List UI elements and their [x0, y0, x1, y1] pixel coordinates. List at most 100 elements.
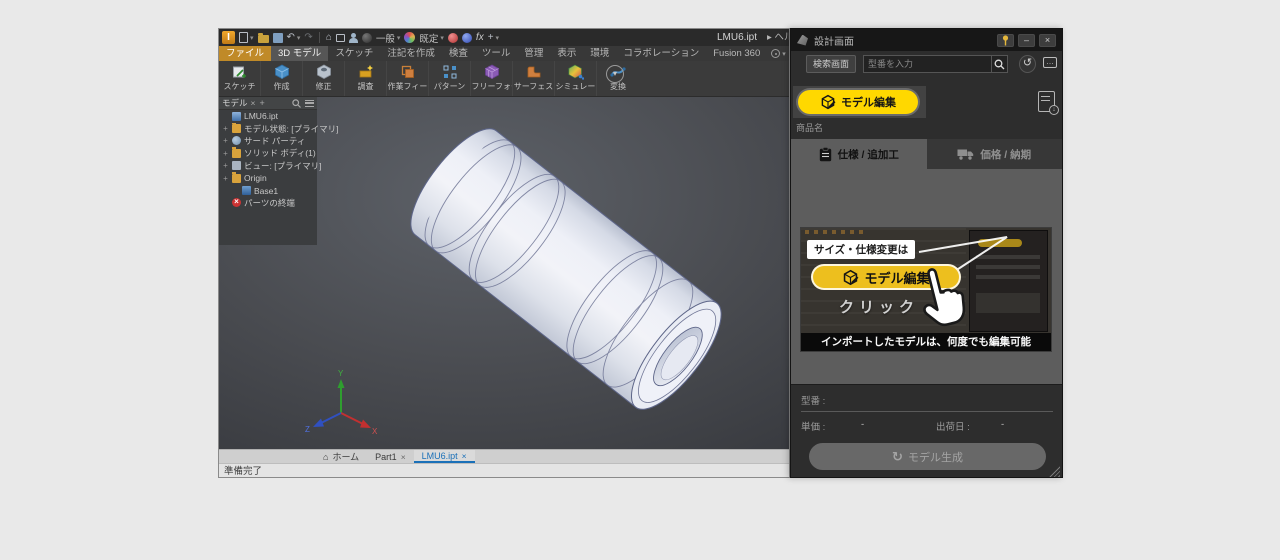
ribbon-button-create[interactable]: 作成 — [261, 61, 303, 96]
model-edit-button[interactable]: モデル編集 — [798, 90, 918, 114]
surface-icon — [526, 63, 542, 81]
minimize-button[interactable]: – — [1018, 34, 1035, 47]
tab-collaborate[interactable]: コラボレーション — [616, 46, 706, 61]
tab-tools[interactable]: ツール — [475, 46, 518, 61]
panel-title: 設計画面 — [814, 33, 854, 48]
material-dropdown-icon[interactable]: ▾ — [397, 34, 401, 42]
inventor-logo-icon[interactable]: I — [222, 31, 235, 44]
promo-caption: インポートしたモデルは、何度でも編集可能 — [801, 333, 1051, 351]
ribbon-display-toggle[interactable]: ▾ — [771, 46, 786, 61]
ribbon-button-inspect[interactable]: 調査 — [345, 61, 387, 96]
help-arrow-icon: ▸ — [767, 32, 772, 43]
tree-item-third-party[interactable]: +サード パーティ — [219, 135, 317, 147]
tree-item-base-feature[interactable]: Base1 — [219, 184, 317, 196]
doc-tab-home[interactable]: ⌂ホーム — [315, 450, 367, 463]
ribbon-button-freeform[interactable]: フリーフォー... — [471, 61, 513, 96]
screen-icon[interactable] — [336, 34, 345, 42]
screenshot-stage: I ▾ ↶ ▾ ↷ ⌂ 一般 ▾ 既定 ▾ fx + ▾ LMU6.ipt ▸ … — [0, 0, 1280, 560]
tree-item-document[interactable]: LMU6.ipt — [219, 110, 317, 122]
material-sphere-icon[interactable] — [362, 33, 372, 43]
help-menu[interactable]: ▸ ヘルプを — [767, 30, 789, 45]
browser-add-icon[interactable]: + — [259, 98, 264, 108]
close-button[interactable]: × — [1039, 34, 1056, 47]
quote-document-icon[interactable]: ↓ — [1038, 91, 1055, 112]
folder-icon — [232, 174, 241, 183]
tree-item-origin[interactable]: +Origin — [219, 172, 317, 184]
adjust-blue-icon[interactable] — [462, 33, 472, 43]
axis-x-label: X — [372, 427, 378, 436]
home-icon: ⌂ — [323, 452, 328, 462]
panel-logo-icon — [797, 35, 808, 46]
quickbar-dropdown-icon[interactable]: ▾ — [496, 34, 500, 42]
simulation-icon — [568, 63, 584, 81]
open-file-icon[interactable] — [258, 35, 269, 43]
ribbon-button-modify[interactable]: 修正 — [303, 61, 345, 96]
search-screen-button[interactable]: 検索画面 — [806, 55, 856, 73]
browser-menu-icon[interactable] — [305, 100, 314, 107]
tree-item-view[interactable]: +ビュー: [プライマリ] — [219, 160, 317, 172]
titlebar-separator — [319, 32, 320, 43]
tab-view[interactable]: 表示 — [550, 46, 583, 61]
ribbon-button-work-features[interactable]: 作業フィー... — [387, 61, 429, 96]
pin-button[interactable] — [997, 34, 1014, 47]
ribbon-button-sketch[interactable]: スケッチ — [219, 61, 261, 96]
browser-tab-model[interactable]: モデル — [222, 97, 248, 109]
color-wheel-icon[interactable] — [404, 32, 415, 43]
tab-annotate[interactable]: 注記を作成 — [380, 46, 442, 61]
browser-search-icon[interactable] — [292, 99, 301, 108]
design-panel: 設計画面 – × 検索画面 ↺ … モデル編集 ↓ 商品名 — [790, 28, 1063, 478]
tab-inspect[interactable]: 検査 — [442, 46, 475, 61]
new-file-dropdown-icon[interactable]: ▾ — [250, 34, 254, 42]
tree-item-solid-bodies[interactable]: +ソリッド ボディ(1) — [219, 147, 317, 159]
truck-icon — [957, 148, 974, 161]
ship-date-value: - — [1001, 419, 1004, 430]
tab-price[interactable]: 価格 / 納期 — [927, 139, 1063, 169]
ribbon-expand-dropdown-icon: ▾ — [613, 69, 617, 78]
part-number-input[interactable] — [863, 55, 991, 73]
collaborate-icon[interactable] — [349, 33, 358, 43]
history-button[interactable]: ↺ — [1019, 55, 1036, 73]
ribbon-button-pattern[interactable]: パターン — [429, 61, 471, 96]
save-icon[interactable] — [273, 33, 283, 43]
tab-environments[interactable]: 環境 — [583, 46, 616, 61]
undo-dropdown-icon[interactable]: ▾ — [297, 34, 301, 42]
ribbon-button-surface[interactable]: サーフェス — [513, 61, 555, 96]
document-tab-bar: ⌂ホーム Part1× LMU6.ipt× — [219, 449, 789, 463]
tab-spec[interactable]: 仕様 / 追加工 — [791, 139, 927, 169]
material-select[interactable]: 一般 — [376, 31, 395, 45]
tree-item-model-states[interactable]: +モデル状態: [プライマリ] — [219, 122, 317, 134]
adjust-red-icon[interactable] — [448, 33, 458, 43]
home-view-icon[interactable]: ⌂ — [326, 30, 332, 45]
generate-model-button[interactable]: ↻ モデル生成 — [809, 443, 1046, 470]
tab-manage[interactable]: 管理 — [517, 46, 550, 61]
ribbon-toggle-dropdown-icon: ▾ — [782, 50, 786, 58]
panel-footer: 型番 : 単価 : - 出荷日 : - ↻ モデル生成 — [791, 384, 1062, 478]
ribbon-button-simulation[interactable]: シミュレー... — [555, 61, 597, 96]
tab-fusion360[interactable]: Fusion 360 — [706, 46, 767, 61]
inspect-icon — [358, 63, 374, 81]
appearance-dropdown-icon[interactable]: ▾ — [440, 34, 444, 42]
tree-item-end-of-part[interactable]: パーツの終端 — [219, 197, 317, 209]
tab-sketch[interactable]: スケッチ — [328, 46, 380, 61]
sketch-icon — [232, 63, 248, 81]
ribbon-expand-button[interactable]: ▾ — [606, 65, 624, 83]
close-tab-icon[interactable]: × — [401, 452, 406, 462]
close-tab-icon[interactable]: × — [462, 451, 467, 461]
redo-icon[interactable]: ↷ — [304, 30, 312, 45]
tab-file[interactable]: ファイル — [219, 46, 271, 61]
cube-edit-icon — [842, 269, 859, 286]
doc-tab-part1[interactable]: Part1× — [367, 450, 413, 463]
resize-grip[interactable] — [1049, 466, 1060, 477]
parameters-fx-button[interactable]: fx — [476, 32, 484, 43]
comment-button[interactable]: … — [1043, 57, 1057, 68]
search-submit-button[interactable] — [991, 55, 1008, 73]
doc-tab-lmu6[interactable]: LMU6.ipt× — [414, 450, 475, 463]
new-file-icon[interactable] — [239, 32, 248, 43]
measure-plus-icon[interactable]: + — [488, 30, 494, 45]
appearance-select[interactable]: 既定 — [419, 31, 438, 45]
part-no-field — [801, 411, 1053, 412]
pattern-icon — [442, 63, 458, 81]
undo-icon[interactable]: ↶ — [287, 30, 295, 45]
tab-3d-model[interactable]: 3D モデル — [271, 46, 328, 61]
browser-close-icon[interactable]: × — [251, 98, 256, 108]
